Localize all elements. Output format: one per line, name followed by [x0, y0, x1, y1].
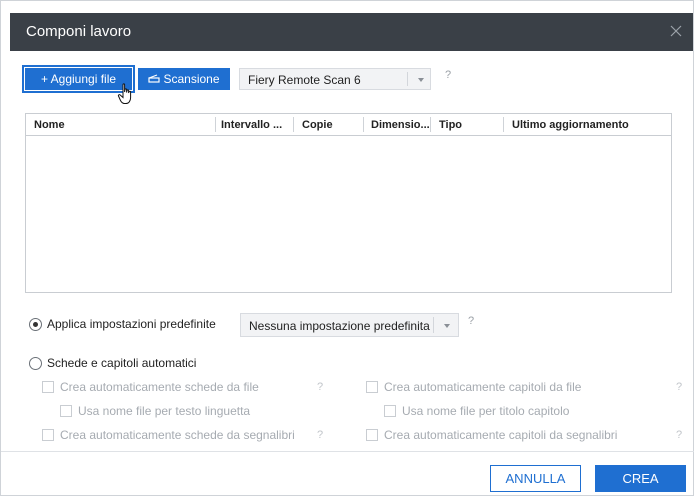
- dialog-titlebar: Componi lavoro: [10, 13, 693, 51]
- cancel-button[interactable]: ANNULLA: [490, 465, 581, 492]
- help-icon[interactable]: ?: [468, 315, 474, 327]
- column-header-range[interactable]: Intervallo ...: [221, 119, 282, 131]
- chevron-down-icon: [418, 78, 424, 82]
- column-header-size[interactable]: Dimensio...: [371, 119, 430, 131]
- compose-job-dialog: Componi lavoro + Aggiungi file Scansione…: [0, 0, 694, 496]
- table-header: Nome Intervallo ... Copie Dimensio... Ti…: [26, 114, 671, 136]
- help-icon[interactable]: ?: [445, 69, 451, 81]
- scanner-select-value: Fiery Remote Scan 6: [248, 73, 361, 87]
- column-header-type[interactable]: Tipo: [439, 119, 462, 131]
- chapters-from-files-label: Crea automaticamente capitoli da file: [384, 380, 582, 394]
- tabs-from-files-checkbox[interactable]: [42, 381, 54, 393]
- footer-divider: [1, 451, 694, 452]
- scan-button[interactable]: Scansione: [138, 68, 230, 90]
- preset-select[interactable]: Nessuna impostazione predefinita: [240, 313, 459, 337]
- help-icon[interactable]: ?: [676, 429, 682, 441]
- column-header-copies[interactable]: Copie: [302, 119, 333, 131]
- preset-select-value: Nessuna impostazione predefinita: [249, 319, 430, 333]
- auto-tabs-chapters-label: Schede e capitoli automatici: [47, 356, 197, 370]
- add-file-button[interactable]: + Aggiungi file: [22, 65, 135, 93]
- chapters-from-bookmarks-checkbox[interactable]: [366, 429, 378, 441]
- use-filename-chapter-checkbox[interactable]: [384, 405, 396, 417]
- scan-button-label: Scansione: [163, 72, 220, 86]
- use-filename-chapter-label: Usa nome file per titolo capitolo: [402, 404, 570, 418]
- apply-presets-label: Applica impostazioni predefinite: [47, 317, 216, 331]
- auto-tabs-chapters-radio[interactable]: [29, 357, 42, 370]
- help-icon[interactable]: ?: [676, 381, 682, 393]
- use-filename-tab-label: Usa nome file per testo linguetta: [78, 404, 251, 418]
- chapters-from-bookmarks-label: Crea automaticamente capitoli da segnali…: [384, 428, 618, 442]
- tabs-from-bookmarks-checkbox[interactable]: [42, 429, 54, 441]
- help-icon[interactable]: ?: [317, 381, 323, 393]
- column-header-last-updated[interactable]: Ultimo aggiornamento: [512, 119, 629, 131]
- column-header-name[interactable]: Nome: [34, 119, 65, 131]
- hand-cursor-icon: [117, 83, 132, 104]
- dialog-title: Componi lavoro: [26, 23, 132, 40]
- help-icon[interactable]: ?: [317, 429, 323, 441]
- tabs-from-bookmarks-label: Crea automaticamente schede da segnalibr…: [60, 428, 295, 442]
- close-icon[interactable]: [669, 24, 683, 38]
- chapters-from-files-checkbox[interactable]: [366, 381, 378, 393]
- scanner-icon: [148, 74, 161, 83]
- scanner-select[interactable]: Fiery Remote Scan 6: [239, 68, 431, 90]
- files-table[interactable]: Nome Intervallo ... Copie Dimensio... Ti…: [25, 113, 672, 293]
- create-button[interactable]: CREA: [595, 465, 686, 492]
- tabs-from-files-label: Crea automaticamente schede da file: [60, 380, 259, 394]
- use-filename-tab-checkbox[interactable]: [60, 405, 72, 417]
- chevron-down-icon: [444, 324, 450, 328]
- apply-presets-radio[interactable]: [29, 318, 42, 331]
